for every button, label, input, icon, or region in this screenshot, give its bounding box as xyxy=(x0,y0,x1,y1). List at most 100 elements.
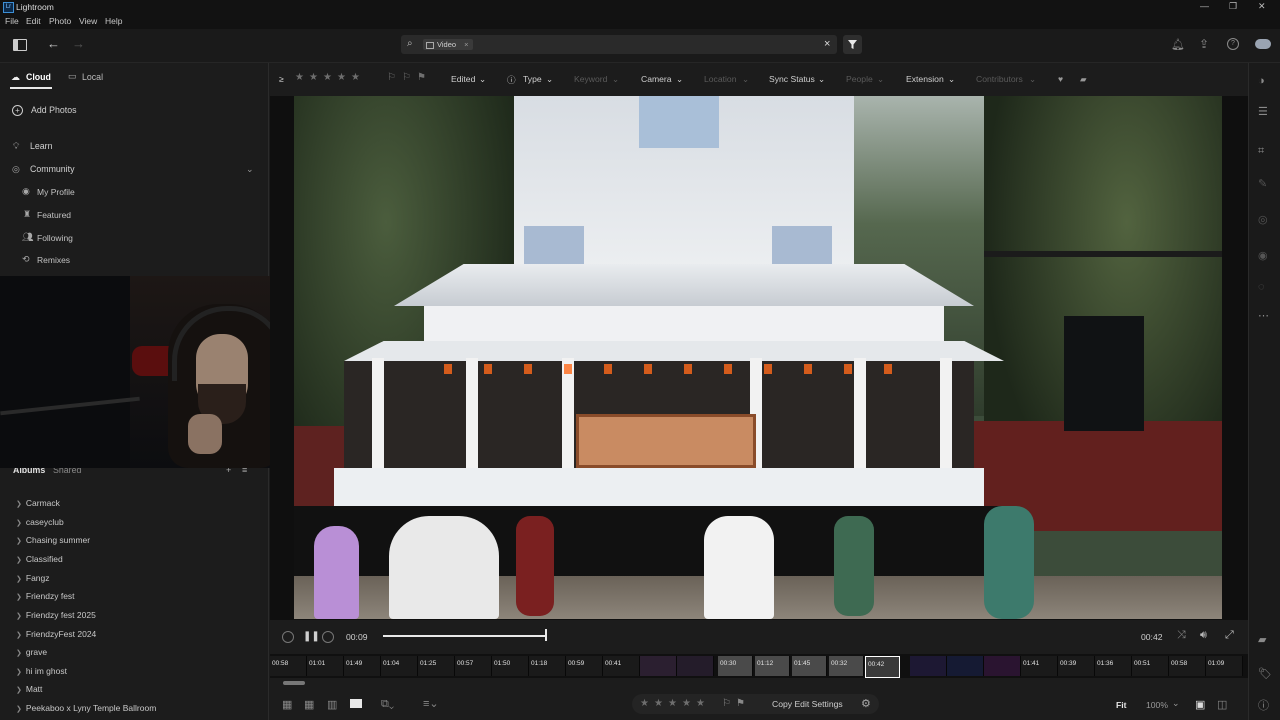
filmstrip-clip[interactable]: 01:50 xyxy=(492,656,529,676)
flag-reject-icon[interactable]: ⚑ xyxy=(417,72,426,83)
filmstrip-clip[interactable]: 01:45 xyxy=(792,656,827,676)
filmstrip-clip[interactable]: 01:18 xyxy=(529,656,566,676)
sidebar-item-featured[interactable]: Featured xyxy=(37,210,71,220)
filmstrip-clip[interactable] xyxy=(677,656,714,676)
filmstrip-clip[interactable]: 01:41 xyxy=(1021,656,1058,676)
clear-search-button[interactable]: × xyxy=(824,38,830,50)
filmstrip-clip[interactable]: 00:30 xyxy=(718,656,753,676)
filmstrip-clip[interactable]: 00:58 xyxy=(270,656,307,676)
filmstrip-clip[interactable]: 01:49 xyxy=(344,656,381,676)
people-filter[interactable]: People xyxy=(846,74,873,84)
more-icon[interactable]: ⋯ xyxy=(1258,309,1269,322)
timeline-track[interactable] xyxy=(383,635,547,637)
sort-icon[interactable]: ≡⌄ xyxy=(423,697,439,710)
chip-remove-icon[interactable]: × xyxy=(464,40,468,49)
info-icon[interactable]: ⓘ xyxy=(1258,697,1269,713)
presets-icon[interactable]: ◌ xyxy=(1258,281,1265,293)
star-2-icon[interactable]: ★ xyxy=(309,72,318,83)
bell-icon[interactable]: 🔔︎ xyxy=(1171,38,1185,51)
album-item[interactable]: ❯ hi im ghost xyxy=(16,666,67,676)
star-5-icon[interactable]: ★ xyxy=(696,698,705,709)
copy-edit-settings-button[interactable]: Copy Edit Settings xyxy=(772,699,843,709)
flag-unflagged-icon[interactable]: ⚐ xyxy=(402,72,411,83)
adjust-icon[interactable]: ☰ xyxy=(1258,105,1268,118)
shuffle-icon[interactable]: ⤨ xyxy=(1177,629,1186,642)
close-window-button[interactable]: ✕ xyxy=(1258,1,1266,12)
sync-status-filter[interactable]: Sync Status xyxy=(769,74,815,84)
filmstrip-clip[interactable]: 00:39 xyxy=(1058,656,1095,676)
filmstrip-clip[interactable] xyxy=(984,656,1021,676)
video-frame[interactable] xyxy=(294,96,1222,619)
share-icon[interactable]: ⇪ xyxy=(1199,37,1209,51)
zoom-fit-button[interactable]: Fit xyxy=(1116,700,1127,710)
forward-arrow-icon[interactable]: → xyxy=(72,36,85,51)
back-arrow-icon[interactable]: ← xyxy=(47,36,60,51)
fullscreen-icon[interactable]: ⤢ xyxy=(1225,629,1234,642)
filmstrip-clip[interactable]: 00:57 xyxy=(455,656,492,676)
video-filter-chip[interactable]: Video × xyxy=(423,39,473,50)
star-4-icon[interactable]: ★ xyxy=(337,72,346,83)
zoom-percent[interactable]: 100% xyxy=(1146,700,1168,710)
filmstrip-clip[interactable]: 00:51 xyxy=(1132,656,1169,676)
volume-icon[interactable]: 🔊︎ xyxy=(1200,629,1207,642)
tab-local[interactable]: Local xyxy=(82,72,103,82)
add-photos-button[interactable]: Add Photos xyxy=(31,105,76,115)
contributors-filter[interactable]: Contributors xyxy=(976,74,1023,84)
star-3-icon[interactable]: ★ xyxy=(323,72,332,83)
chevron-down-icon[interactable]: ⌄ xyxy=(246,164,254,175)
redeye-icon[interactable]: ◉ xyxy=(1258,249,1268,262)
album-item[interactable]: ❯ Peekaboo x Lyny Temple Ballroom xyxy=(16,703,156,713)
tag-icon[interactable]: 🏷︎ xyxy=(1258,667,1272,680)
flag-pick-icon[interactable]: ⚐ xyxy=(387,72,396,83)
keyword-filter[interactable]: Keyword xyxy=(574,74,607,84)
square-grid-icon[interactable]: ▦ xyxy=(282,698,292,711)
album-item[interactable]: ❯ Friendzy fest xyxy=(16,591,75,601)
chevron-down-icon[interactable]: ⌄ xyxy=(1172,698,1180,709)
photo-grid-icon[interactable]: ▦ xyxy=(304,698,314,711)
comment-icon[interactable]: ▰ xyxy=(1080,74,1087,85)
filmstrip-clip[interactable] xyxy=(947,656,984,676)
filmstrip-clip-selected[interactable]: 00:42 xyxy=(865,656,900,678)
tab-cloud[interactable]: Cloud xyxy=(26,72,51,82)
type-filter[interactable]: Type xyxy=(523,74,542,84)
panel-toggle-icon[interactable] xyxy=(13,39,27,51)
pause-icon[interactable]: ❚❚ xyxy=(303,631,320,642)
filmstrip-clip[interactable] xyxy=(910,656,947,676)
help-icon[interactable]: ? xyxy=(1227,38,1239,50)
filmstrip-clip[interactable]: 00:32 xyxy=(829,656,864,676)
search-field[interactable]: ⌕ Video × × xyxy=(401,35,837,54)
rating-operator[interactable]: ≥ xyxy=(279,74,284,84)
filmstrip-clip[interactable]: 00:59 xyxy=(566,656,603,676)
camera-filter[interactable]: Camera xyxy=(641,74,672,84)
menu-view[interactable]: View xyxy=(79,16,97,26)
flag-pick-icon[interactable]: ⚐ xyxy=(722,698,731,709)
split-view-icon[interactable]: ◫ xyxy=(1217,698,1227,711)
filmstrip-clip[interactable]: 01:01 xyxy=(307,656,344,676)
album-item[interactable]: ❯ Fangz xyxy=(16,573,50,583)
album-item[interactable]: ❯ Classified xyxy=(16,554,63,564)
location-filter[interactable]: Location xyxy=(704,74,737,84)
album-item[interactable]: ❯ FriendzyFest 2024 xyxy=(16,629,96,639)
star-2-icon[interactable]: ★ xyxy=(654,698,663,709)
learn-link[interactable]: Learn xyxy=(30,141,53,151)
slideshow-icon[interactable]: ⧉⌄ xyxy=(381,698,394,711)
filmstrip-clip[interactable]: 01:12 xyxy=(755,656,790,676)
menu-photo[interactable]: Photo xyxy=(49,16,71,26)
heal-icon[interactable]: ✎ xyxy=(1258,177,1267,190)
heart-icon[interactable]: ♥ xyxy=(1058,74,1063,84)
album-item[interactable]: ❯ Matt xyxy=(16,684,42,694)
filmstrip-clip[interactable]: 01:04 xyxy=(381,656,418,676)
album-item[interactable]: ❯ caseyclub xyxy=(16,517,64,527)
album-item[interactable]: ❯ Friendzy fest 2025 xyxy=(16,610,96,620)
community-link[interactable]: Community xyxy=(30,164,74,174)
edit-sliders-icon[interactable]: ◑ xyxy=(1258,75,1265,87)
menu-file[interactable]: File xyxy=(5,16,19,26)
album-item[interactable]: ❯ Chasing summer xyxy=(16,535,90,545)
album-item[interactable]: ❯ Carmack xyxy=(16,498,60,508)
timeline-end-marker[interactable] xyxy=(545,629,547,641)
filmstrip-clip[interactable] xyxy=(640,656,677,676)
minimize-button[interactable]: — xyxy=(1200,1,1209,11)
single-view-icon[interactable] xyxy=(350,699,362,708)
comment-icon[interactable]: ▰ xyxy=(1258,633,1266,646)
menu-help[interactable]: Help xyxy=(105,16,122,26)
